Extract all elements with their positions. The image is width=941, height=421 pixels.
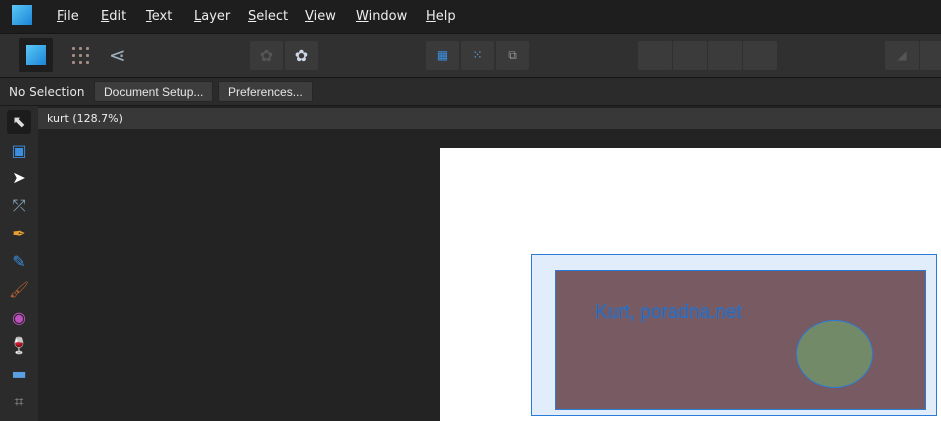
pen-tool-icon[interactable]: ✒	[7, 222, 31, 246]
snap-pixel-button[interactable]: ⁙	[461, 41, 494, 70]
flip-horizontal-button[interactable]: ◢	[885, 41, 919, 70]
vector-brush-icon[interactable]: 🖌	[7, 278, 31, 302]
preferences-button[interactable]: Preferences...	[218, 81, 313, 102]
flip-icon: ◢	[897, 48, 907, 62]
grid-icon: ▦	[436, 48, 449, 62]
pixel-persona-icon[interactable]	[70, 45, 90, 65]
boolean-button[interactable]: ✿	[250, 41, 283, 70]
toolbar: ⋖ ✿ ✿ ▦ ⁙ ⧉ ◢	[0, 33, 941, 78]
menu-select[interactable]: Select	[248, 9, 288, 24]
artboard-tool-icon[interactable]: ▣	[7, 139, 31, 163]
dotted-grid-icon: ⁙	[472, 48, 483, 62]
snap-objects-button[interactable]: ⧉	[496, 41, 529, 70]
corner-tool-icon[interactable]: ⤱	[7, 194, 31, 218]
place-image-icon[interactable]: ▬	[7, 362, 31, 386]
document-tab-title: kurt (128.7%)	[47, 112, 123, 125]
ellipse-shape[interactable]	[796, 320, 873, 388]
selection-status: No Selection	[9, 85, 85, 99]
no-fill-button[interactable]: ✿	[285, 41, 318, 70]
menu-bar: File Edit Text Layer Select View Window …	[0, 0, 941, 33]
move-tool-icon[interactable]: ⬉	[7, 110, 31, 134]
menu-file[interactable]: File	[57, 9, 79, 24]
flip-vertical-button[interactable]	[920, 41, 941, 70]
node-tool-icon[interactable]: ➤	[7, 166, 31, 190]
objects-icon: ⧉	[508, 48, 517, 62]
app-logo-icon	[12, 5, 32, 25]
no-fill-flower-icon: ✿	[294, 46, 309, 65]
pencil-tool-icon[interactable]: ✎	[7, 250, 31, 274]
context-toolbar: No Selection Document Setup... Preferenc…	[0, 78, 941, 106]
menu-help[interactable]: Help	[426, 9, 456, 24]
menu-text[interactable]: Text	[146, 9, 172, 24]
export-persona-icon[interactable]: ⋖	[109, 43, 126, 67]
arrange-front-button[interactable]	[743, 41, 777, 70]
arrange-back-button[interactable]	[638, 41, 672, 70]
designer-persona-icon	[26, 45, 46, 65]
transparency-tool-icon[interactable]: 🍷	[7, 334, 31, 358]
document-tab[interactable]: kurt (128.7%)	[38, 108, 941, 129]
document-setup-button[interactable]: Document Setup...	[94, 81, 214, 102]
crop-tool-icon[interactable]: ⌗	[7, 390, 31, 414]
menu-window[interactable]: Window	[356, 9, 407, 24]
rectangle-shape[interactable]	[555, 270, 926, 410]
menu-view[interactable]: View	[305, 9, 336, 24]
menu-layer[interactable]: Layer	[194, 9, 230, 24]
arrange-forward-button[interactable]	[708, 41, 742, 70]
designer-persona-button[interactable]	[19, 38, 53, 72]
flower-icon: ✿	[259, 46, 274, 65]
arrange-backward-button[interactable]	[673, 41, 707, 70]
menu-edit[interactable]: Edit	[101, 9, 126, 24]
snap-grid-button[interactable]: ▦	[426, 41, 459, 70]
tools-panel: ⬉ ▣ ➤ ⤱ ✒ ✎ 🖌 ◉ 🍷 ▬ ⌗	[0, 106, 38, 421]
fill-tool-icon[interactable]: ◉	[7, 306, 31, 330]
text-shape[interactable]: Kurt, poradna.net	[595, 302, 742, 324]
